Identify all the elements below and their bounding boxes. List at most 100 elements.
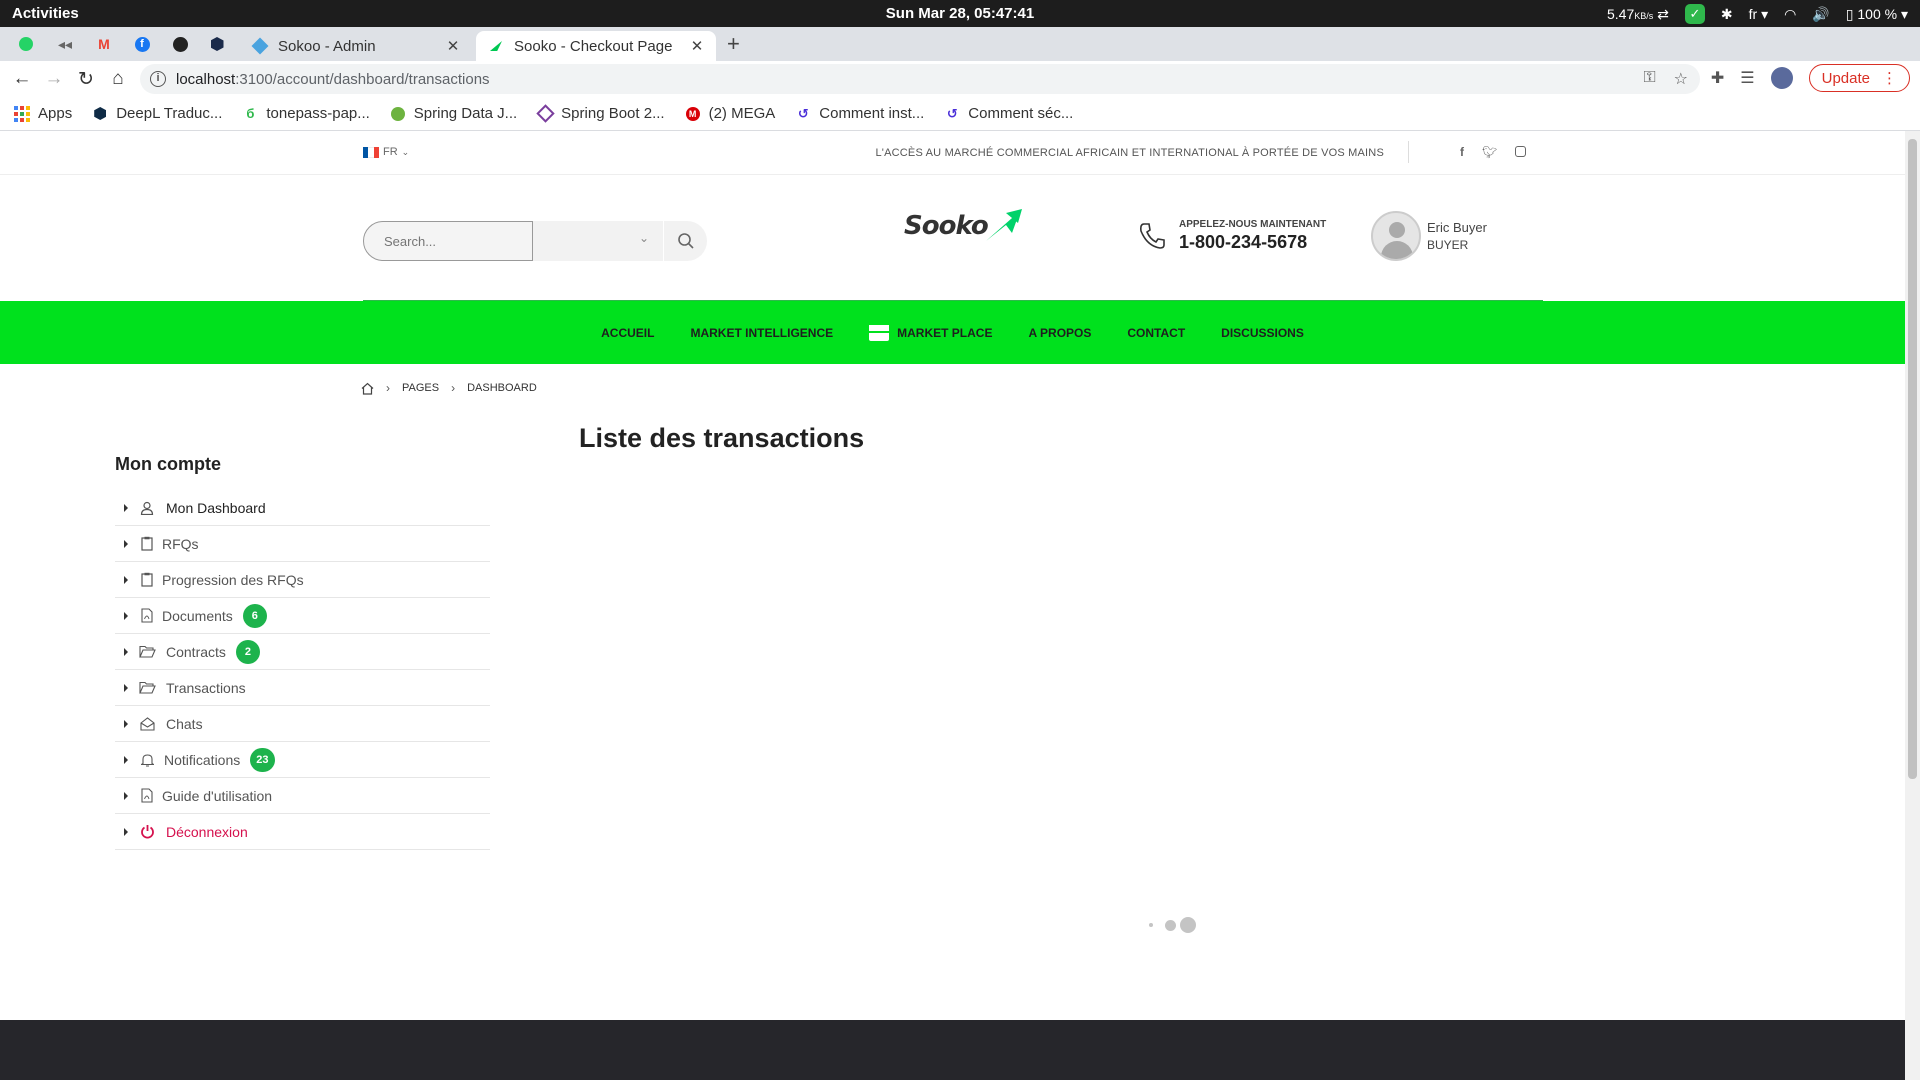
pinned-tab-github[interactable] — [170, 34, 190, 54]
reload-icon[interactable]: ↻ — [74, 67, 98, 91]
bookmarks-bar: Apps DeepL Traduc... б tonepass-pap... S… — [0, 97, 1920, 131]
facebook-icon[interactable]: f — [1460, 145, 1464, 159]
menu-rfqs[interactable]: RFQs — [115, 526, 490, 562]
pinned-tab-app[interactable] — [207, 34, 227, 54]
spring-icon — [390, 106, 406, 122]
volume-icon[interactable]: 🔊 — [1812, 6, 1829, 23]
nav-a-propos[interactable]: A PROPOS — [1028, 326, 1091, 340]
key-icon[interactable]: ⚿ — [1643, 69, 1655, 89]
menu-mon-dashboard[interactable]: Mon Dashboard — [115, 490, 490, 526]
tab-sokoo-admin[interactable]: Sokoo - Admin ✕ — [240, 31, 472, 61]
caret-right-icon — [124, 539, 128, 548]
audio-icon: ◂◂ — [57, 35, 73, 52]
call-number: 1-800-234-5678 — [1179, 232, 1308, 252]
close-icon[interactable]: ✕ — [444, 37, 462, 55]
main-navigation: ACCUEIL MARKET INTELLIGENCE MARKET PLACE… — [0, 301, 1905, 364]
caret-right-icon — [124, 647, 128, 656]
address-bar[interactable]: i localhost:3100/account/dashboard/trans… — [140, 64, 1700, 94]
menu-transactions[interactable]: Transactions — [115, 670, 490, 706]
menu-chats[interactable]: Chats — [115, 706, 490, 742]
instagram-icon[interactable] — [1515, 146, 1527, 157]
bookmark-comment-inst[interactable]: ↺ Comment inst... — [795, 105, 924, 122]
keyboard-language[interactable]: fr ▾ — [1749, 6, 1768, 23]
user-account[interactable]: Eric Buyer BUYER — [1371, 211, 1487, 261]
caret-right-icon — [124, 719, 128, 728]
facebook-icon: f — [134, 36, 150, 52]
bell-icon — [138, 751, 156, 769]
bookmark-spring-boot[interactable]: Spring Boot 2... — [535, 104, 665, 123]
count-badge: 23 — [250, 747, 275, 772]
menu-deconnexion[interactable]: Déconnexion — [115, 814, 490, 850]
caret-right-icon — [124, 611, 128, 620]
account-title: Mon compte — [115, 454, 221, 474]
search-button[interactable] — [663, 221, 707, 261]
nav-discussions[interactable]: DISCUSSIONS — [1221, 326, 1304, 340]
close-icon[interactable]: ✕ — [688, 37, 706, 55]
tagline: L'ACCÈS AU MARCHÉ COMMERCIAL AFRICAIN ET… — [875, 147, 1384, 159]
bookmark-spring-data[interactable]: Spring Data J... — [390, 105, 517, 122]
scrollbar-thumb[interactable] — [1908, 139, 1917, 779]
home-icon[interactable]: ⌂ — [106, 67, 130, 91]
count-badge: 6 — [242, 603, 267, 628]
check-icon[interactable]: ✓ — [1684, 4, 1705, 24]
github-icon — [172, 36, 188, 52]
spring-boot-icon — [535, 104, 555, 123]
update-button[interactable]: Update ⋮ — [1808, 64, 1910, 92]
menu-documents[interactable]: Documents 6 — [115, 598, 490, 634]
profile-avatar[interactable] — [1770, 67, 1793, 89]
bookmark-comment-sec[interactable]: ↺ Comment séc... — [944, 105, 1073, 122]
site-header: ⌄ Sooko APPELEZ-NOUS MAINTENANT 1-800-23… — [0, 175, 1905, 303]
caret-right-icon — [124, 827, 128, 836]
sooko-logo[interactable]: Sooko — [904, 209, 1024, 241]
battery-indicator[interactable]: ▯ 100 % ▾ — [1846, 6, 1908, 23]
category-select[interactable]: ⌄ — [533, 221, 663, 261]
caret-right-icon — [124, 503, 128, 512]
page-scrollbar[interactable] — [1905, 131, 1920, 1080]
comment-icon: ↺ — [797, 105, 809, 121]
bluetooth-icon[interactable]: ✱ — [1721, 6, 1733, 23]
language-selector[interactable]: FR ⌄ — [363, 146, 409, 158]
pinned-tab-facebook[interactable]: f — [132, 34, 152, 54]
nav-accueil[interactable]: ACCUEIL — [601, 326, 654, 340]
power-icon — [138, 823, 156, 841]
loader-dot — [1149, 923, 1153, 927]
comment-icon: ↺ — [946, 105, 958, 121]
site-info-icon[interactable]: i — [150, 71, 166, 87]
breadcrumb-pages[interactable]: PAGES — [402, 382, 439, 394]
bookmark-deepl[interactable]: DeepL Traduc... — [92, 105, 222, 122]
nav-market-intelligence[interactable]: MARKET INTELLIGENCE — [690, 326, 833, 340]
bookmark-tonepass[interactable]: б tonepass-pap... — [242, 105, 369, 122]
user-icon — [138, 499, 156, 517]
forward-arrow-icon[interactable]: → — [42, 67, 66, 91]
clipboard-icon — [138, 535, 156, 553]
menu-notifications[interactable]: Notifications 23 — [115, 742, 490, 778]
pinned-tab-whatsapp[interactable] — [16, 34, 36, 54]
pinned-tab-gmail[interactable]: M — [94, 34, 114, 54]
twitter-icon[interactable]: 🐦︎ — [1482, 145, 1497, 159]
back-arrow-icon[interactable]: ← — [10, 67, 34, 91]
system-tray: 5.47KB/s ⇄ ✓ ✱ fr ▾ ◠ 🔊 ▯ 100 % ▾ — [1607, 4, 1908, 24]
breadcrumb-dashboard[interactable]: DASHBOARD — [467, 382, 537, 394]
menu-guide[interactable]: Guide d'utilisation — [115, 778, 490, 814]
pinned-tab-media[interactable]: ◂◂ — [55, 34, 75, 54]
nav-contact[interactable]: CONTACT — [1127, 326, 1185, 340]
media-queue-icon[interactable]: ☰ — [1740, 68, 1754, 88]
search-input[interactable] — [363, 221, 533, 261]
system-top-bar: Activities Sun Mar 28, 05:47:41 5.47KB/s… — [0, 0, 1920, 27]
user-name: Eric Buyer — [1427, 220, 1487, 235]
nav-market-place[interactable]: MARKET PLACE — [869, 324, 992, 341]
tab-sooko-checkout[interactable]: Sooko - Checkout Page ✕ — [476, 31, 716, 61]
divider — [1408, 141, 1409, 163]
page-title: Liste des transactions — [579, 423, 865, 453]
contact-phone[interactable]: APPELEZ-NOUS MAINTENANT 1-800-234-5678 — [1137, 219, 1326, 253]
star-icon[interactable]: ☆ — [1674, 69, 1688, 89]
bookmark-apps[interactable]: Apps — [14, 105, 72, 122]
extensions-puzzle-icon[interactable]: ✚ — [1711, 68, 1724, 88]
wifi-icon[interactable]: ◠ — [1784, 6, 1796, 23]
kebab-menu-icon: ⋮ — [1882, 70, 1897, 87]
menu-contracts[interactable]: Contracts 2 — [115, 634, 490, 670]
new-tab-button[interactable]: + — [727, 33, 740, 55]
menu-progression-rfqs[interactable]: Progression des RFQs — [115, 562, 490, 598]
home-icon[interactable] — [361, 382, 374, 395]
bookmark-mega[interactable]: M (2) MEGA — [685, 105, 775, 122]
